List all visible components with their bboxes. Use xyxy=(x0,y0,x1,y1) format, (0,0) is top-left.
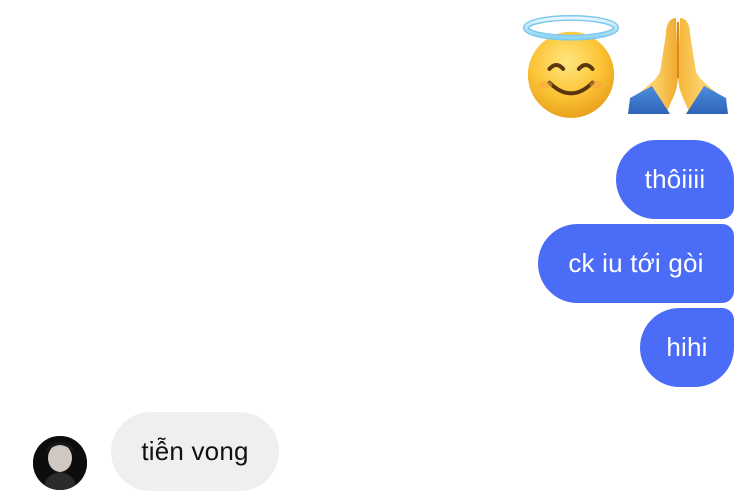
outgoing-message-bubble[interactable]: hihi xyxy=(640,308,734,387)
smiling-face-with-halo-icon xyxy=(522,15,620,118)
folded-hands-icon xyxy=(628,18,728,114)
outgoing-message-bubble[interactable]: thôiiii xyxy=(616,140,734,219)
message-text: tiễn vong xyxy=(141,436,249,466)
emoji-message[interactable] xyxy=(520,14,732,118)
incoming-message-bubble[interactable]: tiễn vong xyxy=(111,412,279,491)
outgoing-message-bubble[interactable]: ck iu tới gòi xyxy=(538,224,734,303)
message-text: hihi xyxy=(666,332,708,362)
contact-avatar[interactable] xyxy=(33,436,87,490)
avatar-photo xyxy=(33,436,87,490)
message-text: thôiiii xyxy=(644,164,706,194)
message-text: ck iu tới gòi xyxy=(568,248,704,278)
